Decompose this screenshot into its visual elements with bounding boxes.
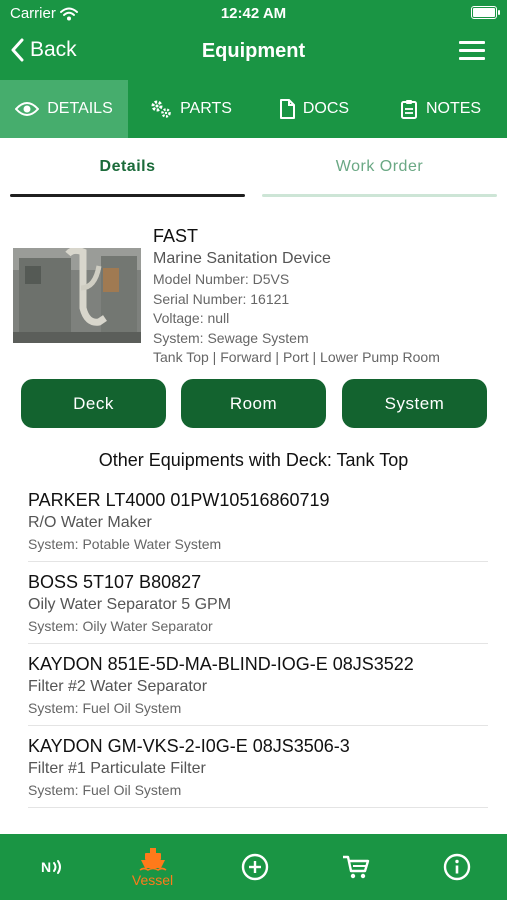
segmented-control: Details Work Order xyxy=(0,138,507,200)
filter-buttons: Deck Room System xyxy=(0,379,507,429)
list-item-system: System: Potable Water System xyxy=(28,536,222,552)
segment-details[interactable]: Details xyxy=(10,158,245,176)
nfc-icon: N xyxy=(41,859,61,875)
equipment-list: PARKER LT4000 01PW10516860719 R/O Water … xyxy=(0,480,507,834)
back-button[interactable]: Back xyxy=(10,38,77,62)
list-item-system: System: Fuel Oil System xyxy=(28,700,182,716)
list-item-name: PARKER LT4000 01PW10516860719 xyxy=(28,490,330,510)
tab-notes-label: NOTES xyxy=(425,100,482,117)
list-item-type: R/O Water Maker xyxy=(28,514,152,531)
list-item-type: Oily Water Separator 5 GPM xyxy=(28,596,232,613)
cart-icon xyxy=(342,855,369,879)
tab-notes[interactable]: NOTES xyxy=(374,80,507,138)
tabbar-vessel-label: Vessel xyxy=(131,871,174,888)
tabbar-vessel[interactable]: Vessel xyxy=(102,834,203,900)
list-item[interactable]: KAYDON 851E-5D-MA-BLIND-IOG-E 08JS3522 F… xyxy=(28,644,488,726)
segment-work-order[interactable]: Work Order xyxy=(262,158,497,176)
list-item-system: System: Fuel Oil System xyxy=(28,782,182,798)
status-bar: Carrier 12:42 AM xyxy=(0,0,507,28)
list-item-name: KAYDON GM-VKS-2-I0G-E 08JS3506-3 xyxy=(28,736,350,756)
tab-parts-label: PARTS xyxy=(180,100,232,117)
add-circle-icon xyxy=(241,853,268,881)
list-item-name: BOSS 5T107 B80827 xyxy=(28,572,202,592)
list-item[interactable]: PARKER LT4000 01PW10516860719 R/O Water … xyxy=(28,480,488,562)
segment-work-order-underline xyxy=(262,194,497,197)
voltage: Voltage: null xyxy=(153,310,230,326)
tabbar-cart[interactable] xyxy=(305,834,406,900)
room-button[interactable]: Room xyxy=(181,379,326,428)
segment-details-underline xyxy=(10,194,245,197)
clock: 12:42 AM xyxy=(220,5,287,22)
svg-text:N: N xyxy=(41,859,51,875)
back-label: Back xyxy=(30,38,77,61)
tab-docs-label: DOCS xyxy=(302,100,350,117)
tab-details[interactable]: DETAILS xyxy=(0,80,128,138)
list-item[interactable]: BOSS 5T107 B80827 Oily Water Separator 5… xyxy=(28,562,488,644)
system-button[interactable]: System xyxy=(342,379,487,428)
chevron-left-icon xyxy=(11,38,24,62)
list-item-type: Filter #1 Particulate Filter xyxy=(28,760,206,777)
tabbar-info[interactable] xyxy=(406,834,507,900)
clipboard-icon xyxy=(400,100,417,119)
tabbar-nfc[interactable]: N xyxy=(2,834,103,900)
equipment-summary: FAST Marine Sanitation Device Model Numb… xyxy=(0,222,507,372)
header: Carrier 12:42 AM Back Equipment xyxy=(0,0,507,80)
equipment-type: Marine Sanitation Device xyxy=(153,250,331,267)
location: Tank Top | Forward | Port | Lower Pump R… xyxy=(153,349,440,365)
equipment-name: FAST xyxy=(153,226,199,246)
tab-details-label: DETAILS xyxy=(47,100,113,117)
equipment-info: FAST Marine Sanitation Device Model Numb… xyxy=(153,224,503,368)
gears-icon xyxy=(151,100,171,118)
list-item-type: Filter #2 Water Separator xyxy=(28,678,208,695)
bottom-tab-bar: N Vessel xyxy=(0,834,507,900)
tabbar-add[interactable] xyxy=(204,834,305,900)
info-icon xyxy=(443,853,470,881)
list-item[interactable]: KAYDON GM-VKS-2-I0G-E 08JS3506-3 Filter … xyxy=(28,726,488,808)
model-number: Model Number: D5VS xyxy=(153,271,290,287)
system: System: Sewage System xyxy=(153,329,309,346)
ship-icon xyxy=(139,847,166,871)
equipment-photo xyxy=(13,248,141,343)
top-tabs: DETAILS PARTS DOCS NOTES xyxy=(0,80,507,138)
battery-icon xyxy=(471,6,500,19)
nav-bar: Back Equipment xyxy=(0,30,507,76)
serial-number: Serial Number: 16121 xyxy=(153,290,290,307)
hamburger-menu-icon[interactable] xyxy=(459,41,485,61)
document-icon xyxy=(279,99,295,119)
list-item-system: System: Oily Water Separator xyxy=(28,618,213,634)
section-title: Other Equipments with Deck: Tank Top xyxy=(98,450,409,470)
eye-icon xyxy=(15,102,40,116)
tab-docs[interactable]: DOCS xyxy=(254,80,374,138)
deck-button[interactable]: Deck xyxy=(21,379,166,428)
tab-parts[interactable]: PARTS xyxy=(128,80,254,138)
list-item-name: KAYDON 851E-5D-MA-BLIND-IOG-E 08JS3522 xyxy=(28,654,414,674)
